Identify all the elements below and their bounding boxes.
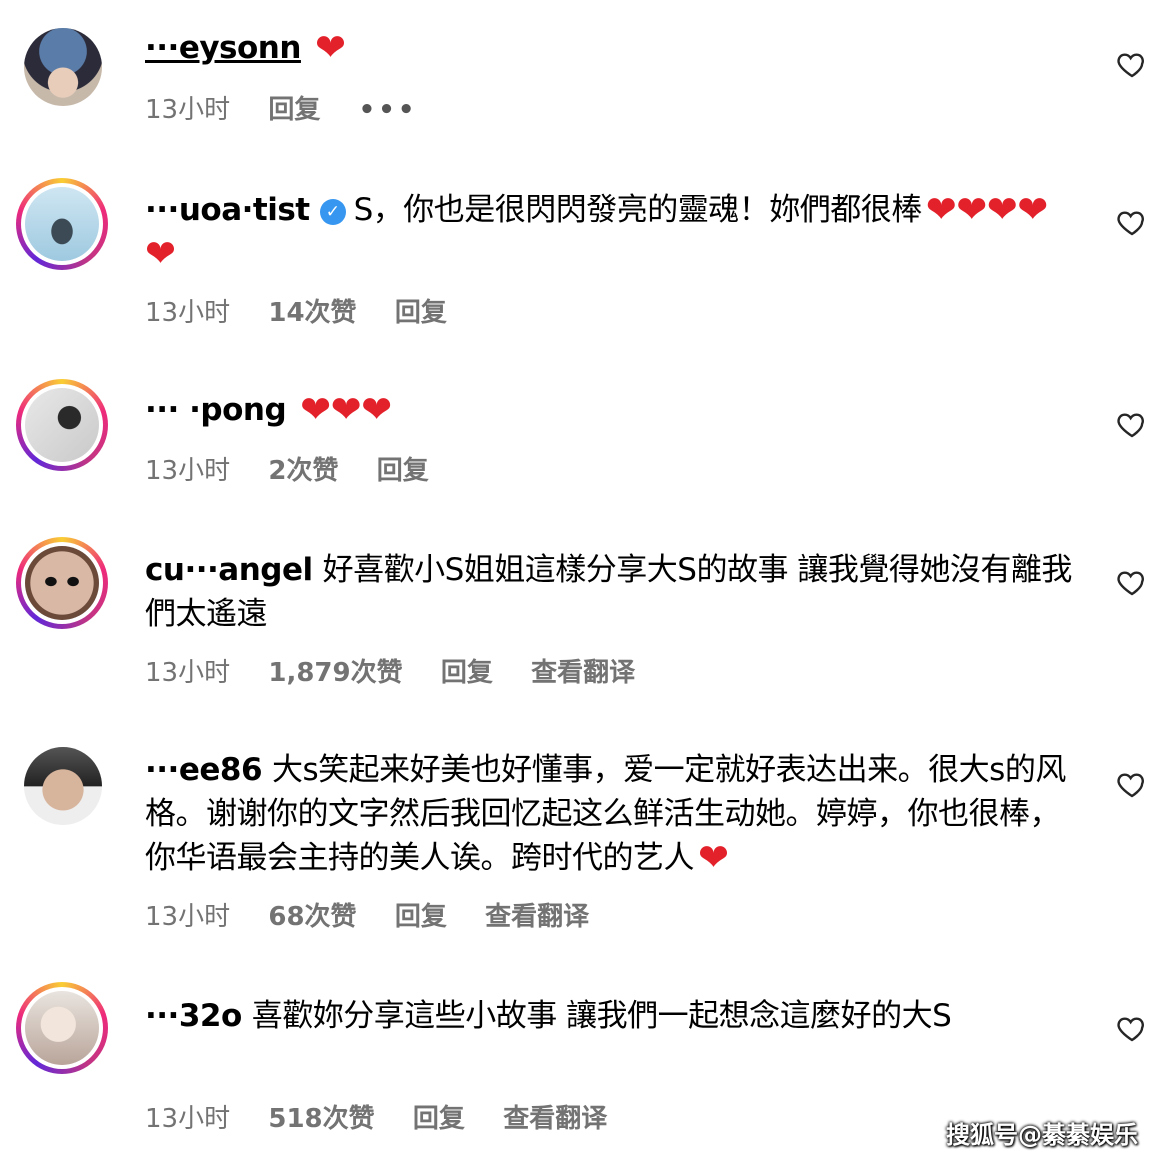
- comment-meta: 13小时 518次赞 回复 查看翻译: [145, 1102, 637, 1136]
- timestamp: 13小时: [145, 1104, 231, 1134]
- comment-body: ···uoa·tist ✓ S，你也是很閃閃發亮的靈魂！妳們都很棒 ❤❤❤❤❤: [145, 188, 1074, 276]
- heart-outline-icon[interactable]: [1116, 566, 1148, 598]
- reply-button[interactable]: 回复: [441, 658, 493, 688]
- like-count[interactable]: 68次赞: [268, 902, 356, 932]
- watermark: 搜狐号@綦綦娱乐: [946, 1121, 1138, 1149]
- see-translation-link[interactable]: 查看翻译: [503, 1104, 607, 1134]
- username[interactable]: ···uoa·tist: [145, 192, 310, 228]
- like-count[interactable]: 1,879次赞: [268, 658, 402, 688]
- timestamp: 13小时: [145, 456, 231, 486]
- reply-button[interactable]: 回复: [395, 298, 447, 328]
- comment-meta: 13小时 68次赞 回复 查看翻译: [145, 900, 619, 934]
- username[interactable]: cu···angel: [145, 552, 313, 588]
- avatar[interactable]: [16, 379, 108, 471]
- comment-body: cu···angel 好喜歡小S姐姐這樣分享大S的故事 讓我覺得她沒有離我們太遙遠: [145, 548, 1074, 636]
- comments-screen: ···eysonn ❤ 13小时 回复 ••• ···uoa·tist ✓ S，你也是…: [0, 0, 1166, 1160]
- heart-outline-icon[interactable]: [1116, 206, 1148, 238]
- username[interactable]: ···eysonn: [145, 30, 301, 66]
- see-translation-link[interactable]: 查看翻译: [531, 658, 635, 688]
- avatar[interactable]: [24, 28, 102, 106]
- avatar[interactable]: [24, 747, 102, 825]
- username[interactable]: ···32o: [145, 998, 242, 1034]
- heart-outline-icon[interactable]: [1116, 408, 1148, 440]
- comment-meta: 13小时 14次赞 回复: [145, 296, 477, 330]
- reply-button[interactable]: 回复: [395, 902, 447, 932]
- timestamp: 13小时: [145, 95, 231, 125]
- comment-meta: 13小时 2次赞 回复: [145, 454, 459, 488]
- comment-meta: 13小时 1,879次赞 回复 查看翻译: [145, 656, 665, 690]
- heart-outline-icon[interactable]: [1116, 48, 1148, 80]
- comment-text: 喜歡妳分享這些小故事 讓我們一起想念這麼好的大S: [251, 998, 952, 1034]
- heart-emoji: ❤: [314, 26, 346, 69]
- timestamp: 13小时: [145, 902, 231, 932]
- comment-text: 大s笑起来好美也好懂事，爱一定就好表达出来。很大s的风格。谢谢你的文字然后我回忆…: [145, 752, 1066, 876]
- reply-button[interactable]: 回复: [268, 95, 320, 125]
- avatar[interactable]: [16, 537, 108, 629]
- more-options-icon[interactable]: •••: [359, 95, 418, 125]
- timestamp: 13小时: [145, 658, 231, 688]
- comment-body: ···32o 喜歡妳分享這些小故事 讓我們一起想念這麼好的大S: [145, 994, 1074, 1038]
- username[interactable]: ··· ·pong: [145, 392, 287, 428]
- heart-emoji: ❤: [698, 836, 729, 879]
- reply-button[interactable]: 回复: [413, 1104, 465, 1134]
- verified-badge-icon: ✓: [319, 199, 346, 225]
- heart-emoji: ❤❤❤: [300, 388, 392, 431]
- like-count[interactable]: 2次赞: [268, 456, 338, 486]
- comment-meta: 13小时 回复 •••: [145, 93, 448, 127]
- heart-outline-icon[interactable]: [1116, 1012, 1148, 1044]
- like-count[interactable]: 518次赞: [268, 1104, 374, 1134]
- see-translation-link[interactable]: 查看翻译: [485, 902, 589, 932]
- timestamp: 13小时: [145, 298, 231, 328]
- avatar[interactable]: [16, 178, 108, 270]
- reply-button[interactable]: 回复: [377, 456, 429, 486]
- username[interactable]: ···ee86: [145, 752, 263, 788]
- like-count[interactable]: 14次赞: [268, 298, 356, 328]
- heart-outline-icon[interactable]: [1116, 768, 1148, 800]
- comment-body: ···eysonn ❤: [145, 26, 1074, 70]
- avatar[interactable]: [16, 982, 108, 1074]
- comment-text: S，你也是很閃閃發亮的靈魂！妳們都很棒: [353, 192, 923, 228]
- comment-body: ···ee86 大s笑起来好美也好懂事，爱一定就好表达出来。很大s的风格。谢谢你的…: [145, 748, 1074, 880]
- comment-body: ··· ·pong ❤❤❤: [145, 388, 1074, 432]
